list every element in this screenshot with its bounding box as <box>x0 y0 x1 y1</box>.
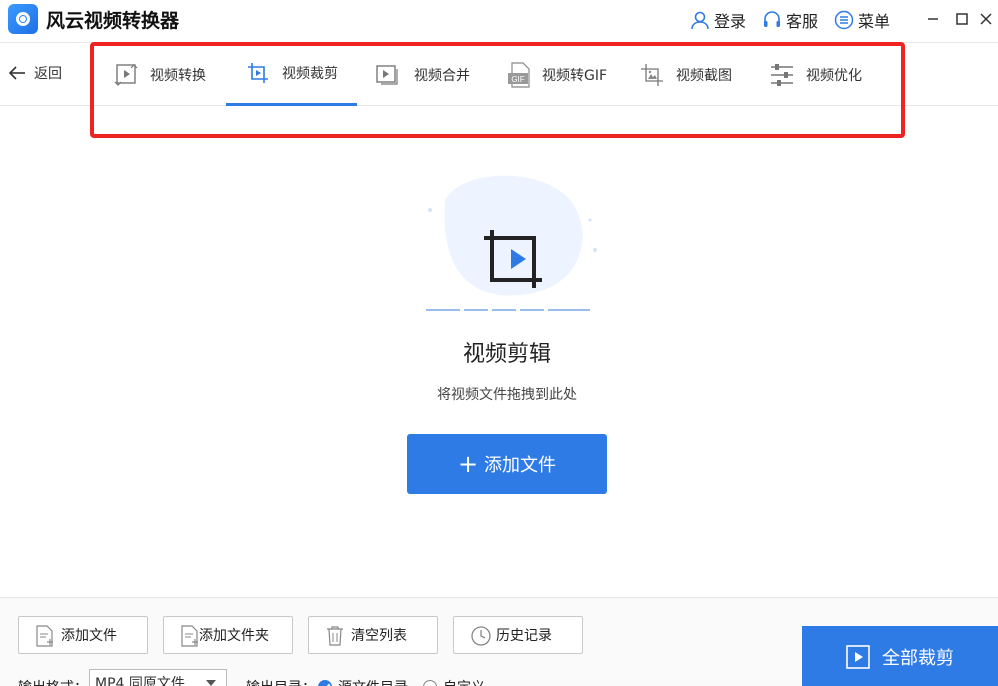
user-icon <box>691 11 709 30</box>
play-square-icon <box>846 644 870 669</box>
login-label: 登录 <box>714 12 747 31</box>
tab-label: 视频截图 <box>676 67 732 84</box>
screenshot-icon <box>641 63 663 86</box>
tab-video-optimize[interactable]: 视频优化 <box>770 43 862 106</box>
tab-video-convert[interactable]: 视频转换 <box>114 43 206 106</box>
output-dir-label: 输出目录： <box>246 677 316 686</box>
menu-label: 菜单 <box>858 12 891 31</box>
menu-button[interactable]: 菜单 <box>834 8 890 32</box>
tab-video-crop[interactable]: 视频裁剪 <box>226 43 357 106</box>
tab-label: 视频转换 <box>150 67 206 84</box>
close-button[interactable] <box>975 8 997 30</box>
video-convert-icon <box>114 63 138 86</box>
tab-label: 视频合并 <box>414 67 470 84</box>
output-dir-custom-radio[interactable]: 自定义 <box>423 677 485 686</box>
tab-label: 视频转GIF <box>542 67 608 84</box>
history-label: 历史记录 <box>496 628 552 644</box>
gif-icon: GIF <box>508 61 530 88</box>
output-dir-source-label: 源文件目录 <box>338 677 408 686</box>
add-file-button[interactable]: 添加文件 <box>18 616 148 654</box>
back-label: 返回 <box>34 66 62 82</box>
back-button[interactable]: 返回 <box>8 63 62 83</box>
tab-video-merge[interactable]: 视频合并 <box>376 43 470 106</box>
output-format-select[interactable]: MP4 同原文件 <box>89 669 227 686</box>
tab-video-screenshot[interactable]: 视频截图 <box>640 43 732 106</box>
sliders-icon <box>771 63 793 86</box>
minimize-button[interactable] <box>922 8 944 30</box>
login-button[interactable]: 登录 <box>690 8 746 32</box>
add-folder-label: 添加文件夹 <box>199 628 269 644</box>
output-format-label: 输出格式： <box>18 677 88 686</box>
tool-nav-bar: 返回 视频转换 视频裁剪 视频合并 GIF 视频转GIF 视频截图 视频优化 <box>0 42 998 106</box>
tab-video-to-gif[interactable]: GIF 视频转GIF <box>508 43 607 106</box>
output-dir-source-radio[interactable]: 源文件目录 <box>318 677 408 686</box>
chevron-down-icon <box>206 680 216 686</box>
menu-list-icon <box>834 10 854 30</box>
drop-zone-subtitle: 将视频文件拖拽到此处 <box>437 387 577 403</box>
video-crop-illustration <box>426 175 597 311</box>
add-file-main-label: 添加文件 <box>484 455 557 476</box>
crop-all-label: 全部裁剪 <box>882 647 954 669</box>
output-format-value: MP4 同原文件 <box>95 676 185 686</box>
radio-checked-icon <box>318 680 332 686</box>
minimize-icon <box>928 18 938 20</box>
app-logo-icon <box>8 4 38 34</box>
headset-icon <box>764 11 780 27</box>
add-folder-button[interactable]: 添加文件夹 <box>163 616 293 654</box>
video-crop-icon <box>248 63 268 83</box>
app-title: 风云视频转换器 <box>46 10 180 32</box>
add-file-main-button[interactable]: + 添加文件 <box>407 434 607 494</box>
plus-icon: + <box>457 450 479 478</box>
crop-all-button[interactable]: 全部裁剪 <box>802 626 998 686</box>
bottom-toolbar: 添加文件 添加文件夹 清空列表 历史记录 全部裁剪 输出格式： MP4 同原文件… <box>0 597 998 686</box>
close-icon <box>980 13 992 25</box>
tab-label: 视频优化 <box>806 67 862 84</box>
drop-zone-title: 视频剪辑 <box>462 342 551 367</box>
history-button[interactable]: 历史记录 <box>453 616 583 654</box>
video-merge-icon <box>376 64 398 85</box>
service-label: 客服 <box>786 12 819 31</box>
maximize-button[interactable] <box>951 8 973 30</box>
service-button[interactable]: 客服 <box>762 8 818 32</box>
clear-list-button[interactable]: 清空列表 <box>308 616 438 654</box>
title-bar: 风云视频转换器 登录 客服 菜单 <box>0 0 998 40</box>
output-dir-custom-label: 自定义 <box>443 677 485 686</box>
arrow-left-icon <box>8 66 25 80</box>
add-file-label: 添加文件 <box>61 628 117 644</box>
clear-list-label: 清空列表 <box>351 628 407 644</box>
app-window: 风云视频转换器 登录 客服 菜单 返回 视频转换 视频裁剪 视频合并 GIF 视… <box>0 0 998 686</box>
tab-label: 视频裁剪 <box>282 66 338 82</box>
gif-badge-text: GIF <box>511 75 524 84</box>
maximize-icon <box>956 13 968 25</box>
radio-unchecked-icon <box>423 680 437 686</box>
